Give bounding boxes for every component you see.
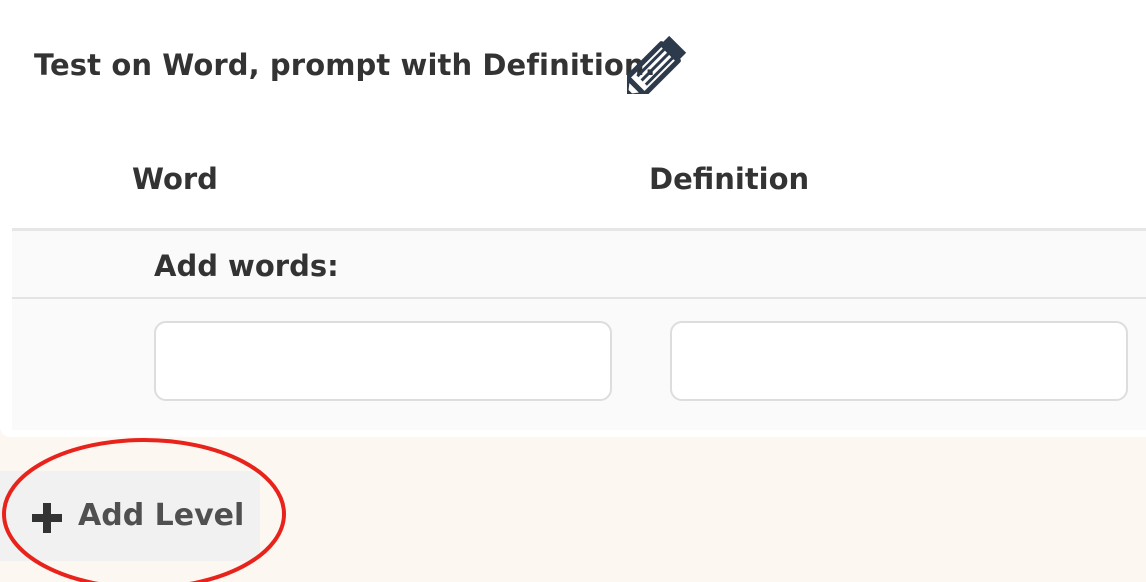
words-table: Add words: xyxy=(12,228,1146,430)
add-level-label: Add Level xyxy=(78,498,245,533)
definition-input[interactable] xyxy=(670,321,1128,401)
add-words-label: Add words: xyxy=(154,249,339,283)
prompt-title: Test on Word, prompt with Definition. xyxy=(34,48,656,82)
level-card: Test on Word, prompt with Definition. Wo… xyxy=(0,0,1146,437)
column-header-word: Word xyxy=(132,162,218,196)
row-divider xyxy=(12,297,1146,299)
pencil-icon[interactable] xyxy=(627,30,693,94)
plus-icon xyxy=(32,503,62,533)
add-level-button[interactable]: Add Level xyxy=(0,471,260,561)
column-header-definition: Definition xyxy=(649,162,810,196)
word-input[interactable] xyxy=(154,321,612,401)
